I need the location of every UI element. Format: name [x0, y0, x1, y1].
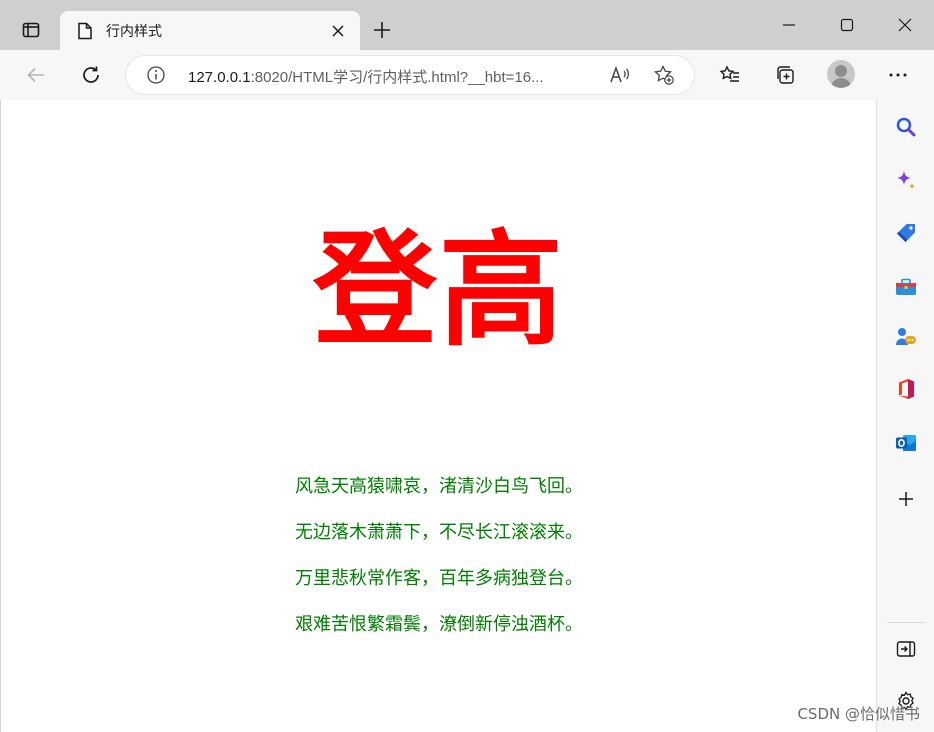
sidebar-copilot-button[interactable]: [891, 166, 921, 196]
arrow-left-icon: [27, 67, 44, 83]
close-icon: [898, 18, 912, 32]
minimize-icon: [783, 24, 795, 26]
url-host: 127.0.0.1: [188, 69, 251, 86]
add-favorite-icon[interactable]: [652, 64, 676, 86]
address-url[interactable]: 127.0.0.1:8020/HTML学习/行内样式.html?__hbt=16…: [188, 66, 608, 87]
sidebar-games-button[interactable]: [891, 322, 921, 352]
search-icon: [896, 117, 916, 137]
sidebar-search-button[interactable]: [891, 112, 921, 142]
poem-line: 艰难苦恨繁霜鬓，潦倒新停浊酒杯。: [295, 614, 583, 635]
outlook-icon: [896, 435, 916, 451]
window-controls: [760, 0, 934, 50]
collections-icon: [777, 66, 794, 84]
tag-icon: [897, 224, 915, 242]
more-menu-button[interactable]: [882, 59, 914, 91]
refresh-icon: [83, 66, 99, 83]
new-tab-button[interactable]: [366, 14, 398, 46]
plus-icon: [374, 22, 390, 38]
maximize-icon: [840, 18, 854, 32]
page-icon: [76, 22, 94, 40]
read-aloud-icon[interactable]: [608, 64, 632, 86]
page-content: 登高 风急天高猿啸哀，渚清沙白鸟飞回。 无边落木萧萧下，不尽长江滚滚来。 万里悲…: [0, 100, 877, 732]
page-heading: 登高: [312, 219, 565, 363]
sidebar-shopping-button[interactable]: [891, 218, 921, 248]
sidebar-outlook-button[interactable]: [891, 428, 921, 458]
favorites-icon: [719, 65, 739, 82]
tab-actions-icon: [22, 22, 40, 38]
close-icon: [332, 24, 344, 37]
tab-strip: 行内样式: [0, 0, 934, 50]
refresh-button[interactable]: [75, 59, 107, 91]
address-bar[interactable]: 127.0.0.1:8020/HTML学习/行内样式.html?__hbt=16…: [126, 56, 694, 94]
profile-avatar[interactable]: [827, 60, 855, 88]
browser-toolbar: 127.0.0.1:8020/HTML学习/行内样式.html?__hbt=16…: [0, 50, 934, 101]
site-info-icon[interactable]: [146, 65, 166, 85]
tab-active[interactable]: 行内样式: [60, 11, 360, 50]
watermark: CSDN @恰似惜书: [797, 705, 920, 723]
minimize-button[interactable]: [760, 0, 818, 50]
tab-actions-button[interactable]: [10, 12, 52, 48]
sidebar-office-button[interactable]: [891, 374, 921, 404]
poem: 风急天高猿啸哀，渚清沙白鸟飞回。 无边落木萧萧下，不尽长江滚滚来。 万里悲秋常作…: [1, 472, 877, 656]
tab-close-button[interactable]: [324, 17, 352, 45]
edge-sidebar: [876, 100, 934, 732]
avatar-head: [835, 65, 847, 77]
avatar-body: [831, 78, 851, 88]
sidebar-tools-button[interactable]: [891, 272, 921, 302]
plus-icon: [899, 492, 913, 506]
maximize-button[interactable]: [818, 0, 876, 50]
poem-line: 风急天高猿啸哀，渚清沙白鸟飞回。: [295, 476, 583, 497]
sidebar-hide-button[interactable]: [891, 634, 921, 664]
back-button[interactable]: [20, 59, 52, 91]
poem-line: 万里悲秋常作客，百年多病独登台。: [295, 568, 583, 589]
favorites-button[interactable]: [714, 59, 746, 91]
games-icon: [896, 328, 916, 345]
panel-collapse-icon: [896, 641, 916, 657]
sidebar-divider: [887, 622, 925, 623]
collections-button[interactable]: [769, 59, 801, 91]
url-path: :8020/HTML学习/行内样式.html?__hbt=16...: [250, 69, 544, 86]
tab-title: 行内样式: [106, 23, 162, 40]
sidebar-add-button[interactable]: [891, 484, 921, 514]
window-close-button[interactable]: [876, 0, 934, 50]
more-icon: [889, 73, 907, 77]
office-icon: [899, 379, 914, 399]
toolbox-icon: [896, 278, 916, 295]
sparkle-icon: [897, 171, 915, 190]
poem-line: 无边落木萧萧下，不尽长江滚滚来。: [295, 522, 583, 543]
